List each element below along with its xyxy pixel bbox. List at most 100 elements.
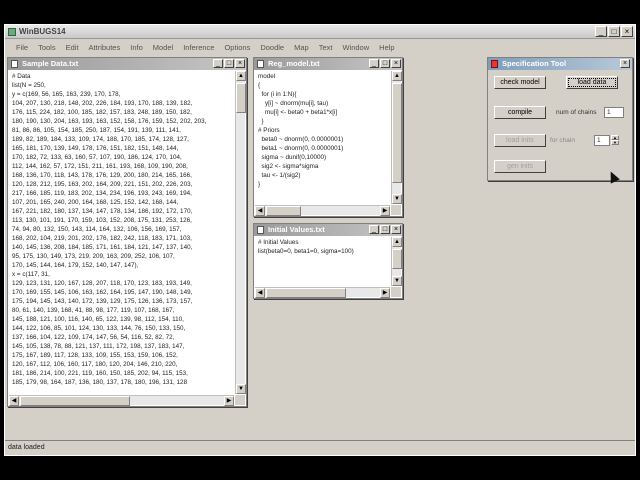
vertical-scrollbar[interactable]: ▲ ▼ xyxy=(391,237,402,286)
model-window[interactable]: Reg_model.txt _ □ × model { for (i in 1:N… xyxy=(253,57,403,217)
for-chain-input[interactable]: 1 xyxy=(594,135,610,146)
num-of-chains-input[interactable]: 1 xyxy=(604,107,624,118)
scroll-up-icon[interactable]: ▲ xyxy=(392,237,402,247)
close-icon[interactable]: × xyxy=(391,59,401,68)
close-icon[interactable]: × xyxy=(621,26,633,37)
scroll-left-icon[interactable]: ◀ xyxy=(255,288,265,298)
data-line: x = c(117, 31, xyxy=(12,271,50,278)
menu-tools[interactable]: Tools xyxy=(33,43,61,52)
model-line: y[i] ~ dnorm(mu[i], tau) xyxy=(258,100,329,107)
model-text-area[interactable]: model { for (i in 1:N){ y[i] ~ dnorm(mu[i… xyxy=(256,72,390,204)
inits-text-area[interactable]: # Initial Values list(beta0=0, beta1=0, s… xyxy=(256,238,390,286)
app-icon xyxy=(8,28,16,36)
data-line: y = c(169, 56, 165, 163, 239, 170, 178, xyxy=(12,91,121,98)
menu-options[interactable]: Options xyxy=(219,43,255,52)
data-line: 145, 188, 121, 100, 116, 140, 65, 122, 1… xyxy=(12,316,184,323)
maximize-icon[interactable]: □ xyxy=(380,59,390,68)
size-grip[interactable] xyxy=(391,205,401,215)
scroll-up-icon[interactable]: ▲ xyxy=(236,71,246,81)
scroll-thumb[interactable] xyxy=(266,206,301,216)
scroll-thumb[interactable] xyxy=(392,249,402,269)
horizontal-scrollbar[interactable]: ◀ ▶ xyxy=(255,287,390,298)
model-line: sigma ~ dunif(0,10000) xyxy=(258,154,327,161)
spin-down-icon[interactable]: ▼ xyxy=(611,140,619,145)
for-chain-spinner[interactable]: ▲ ▼ xyxy=(611,135,619,146)
data-line: 165, 181, 170, 139, 149, 178, 176, 151, … xyxy=(12,145,179,152)
compile-button[interactable]: compile xyxy=(494,106,546,119)
model-line: # Priors xyxy=(258,127,280,134)
inits-window[interactable]: Initial Values.txt _ □ × # Initial Value… xyxy=(253,223,403,299)
load-inits-button[interactable]: load inits xyxy=(494,134,546,147)
menu-model[interactable]: Model xyxy=(148,43,178,52)
close-icon[interactable]: × xyxy=(391,225,401,234)
minimize-icon[interactable]: _ xyxy=(213,59,223,68)
data-text-area[interactable]: # Data list(N = 250, y = c(169, 56, 165, 1… xyxy=(10,72,234,394)
scroll-down-icon[interactable]: ▼ xyxy=(236,384,246,394)
scroll-thumb[interactable] xyxy=(20,396,130,406)
scroll-left-icon[interactable]: ◀ xyxy=(9,396,19,406)
model-line: model xyxy=(258,73,276,80)
spec-tool-title-bar[interactable]: Specification Tool × xyxy=(488,58,632,70)
check-model-button[interactable]: check model xyxy=(494,76,546,89)
vertical-scrollbar[interactable]: ▲ ▼ xyxy=(391,71,402,204)
scroll-up-icon[interactable]: ▲ xyxy=(392,71,402,81)
inits-window-title: Initial Values.txt xyxy=(268,225,325,234)
scroll-thumb[interactable] xyxy=(236,83,246,113)
menu-text[interactable]: Text xyxy=(314,43,338,52)
data-line: 145, 105, 138, 78, 88, 121, 137, 111, 17… xyxy=(12,343,185,350)
size-grip[interactable] xyxy=(235,395,245,405)
status-text: data loaded xyxy=(8,444,45,451)
app-title-bar: WinBUGS14 _ □ × xyxy=(5,25,635,39)
close-icon[interactable]: × xyxy=(235,59,245,68)
model-window-title-bar[interactable]: Reg_model.txt _ □ × xyxy=(254,58,402,70)
model-line: mu[i] <- beta0 + beta1*x[i] xyxy=(258,109,338,116)
menu-file[interactable]: File xyxy=(11,43,33,52)
inits-window-title-bar[interactable]: Initial Values.txt _ □ × xyxy=(254,224,402,236)
scroll-thumb[interactable] xyxy=(392,83,402,183)
horizontal-scrollbar[interactable]: ◀ ▶ xyxy=(255,205,390,216)
menu-doodle[interactable]: Doodle xyxy=(255,43,289,52)
maximize-icon[interactable]: □ xyxy=(224,59,234,68)
maximize-icon[interactable]: □ xyxy=(380,225,390,234)
app-title: WinBUGS14 xyxy=(19,27,66,36)
menu-window[interactable]: Window xyxy=(337,43,374,52)
scroll-left-icon[interactable]: ◀ xyxy=(255,206,265,216)
vertical-scrollbar[interactable]: ▲ ▼ xyxy=(235,71,246,394)
menu-bar: File Tools Edit Attributes Info Model In… xyxy=(5,40,635,54)
data-window-title-bar[interactable]: Sample Data.txt _ □ × xyxy=(8,58,246,70)
menu-edit[interactable]: Edit xyxy=(61,43,84,52)
scroll-right-icon[interactable]: ▶ xyxy=(224,396,234,406)
minimize-icon[interactable]: _ xyxy=(369,59,379,68)
data-line: 180, 190, 130, 204, 163, 193, 163, 152, … xyxy=(12,118,207,125)
menu-attributes[interactable]: Attributes xyxy=(84,43,126,52)
inits-line: list(beta0=0, beta1=0, sigma=100) xyxy=(258,248,354,255)
data-line: 120, 167, 112, 106, 160, 117, 180, 120, … xyxy=(12,361,178,368)
scroll-right-icon[interactable]: ▶ xyxy=(380,288,390,298)
scroll-down-icon[interactable]: ▼ xyxy=(392,194,402,204)
data-line: 168, 136, 170, 118, 143, 178, 176, 129, … xyxy=(12,172,192,179)
minimize-icon[interactable]: _ xyxy=(595,26,607,37)
app-window: WinBUGS14 _ □ × File Tools Edit Attribut… xyxy=(4,24,636,456)
spec-tool-icon xyxy=(491,60,498,68)
scroll-thumb[interactable] xyxy=(266,288,346,298)
minimize-icon[interactable]: _ xyxy=(369,225,379,234)
gen-inits-button[interactable]: gen inits xyxy=(494,160,546,173)
menu-inference[interactable]: Inference xyxy=(178,43,219,52)
horizontal-scrollbar[interactable]: ◀ ▶ xyxy=(9,395,234,406)
scroll-down-icon[interactable]: ▼ xyxy=(392,276,402,286)
data-line: 167, 221, 182, 180, 137, 134, 147, 178, … xyxy=(12,208,193,215)
menu-map[interactable]: Map xyxy=(289,43,314,52)
data-window[interactable]: Sample Data.txt _ □ × # Data list(N = 250… xyxy=(7,57,247,407)
load-data-button[interactable]: load data xyxy=(566,76,618,89)
maximize-icon[interactable]: □ xyxy=(608,26,620,37)
close-icon[interactable]: × xyxy=(620,59,630,68)
menu-info[interactable]: Info xyxy=(125,43,148,52)
data-line: 140, 145, 136, 208, 184, 185, 171, 161, … xyxy=(12,244,193,251)
menu-help[interactable]: Help xyxy=(374,43,399,52)
data-line: 168, 202, 104, 219, 201, 202, 176, 182, … xyxy=(12,235,192,242)
data-line: 129, 123, 131, 120, 167, 128, 207, 118, … xyxy=(12,280,192,287)
scroll-right-icon[interactable]: ▶ xyxy=(380,206,390,216)
document-icon xyxy=(257,226,264,234)
size-grip[interactable] xyxy=(391,287,401,297)
data-line: 113, 130, 101, 191, 170, 159, 103, 152, … xyxy=(12,217,192,224)
